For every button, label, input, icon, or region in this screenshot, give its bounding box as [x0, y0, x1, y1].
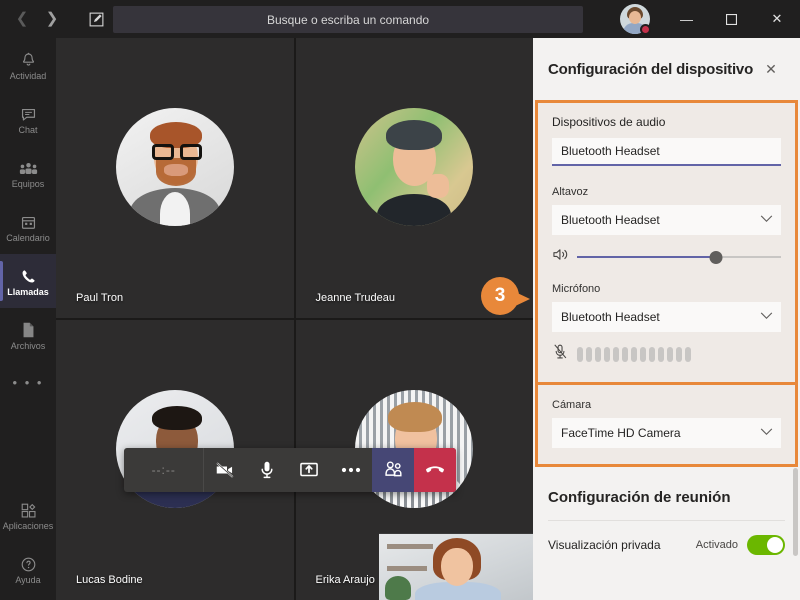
- participant-name: Paul Tron: [76, 292, 124, 304]
- file-icon: [21, 319, 36, 339]
- sidebar-item-label: Calendario: [6, 232, 50, 243]
- chat-icon: [20, 103, 37, 123]
- callout-badge-3: 3: [481, 277, 535, 319]
- page-title: Configuración del dispositivo: [548, 60, 754, 78]
- chevron-down-icon: [760, 427, 773, 439]
- sidebar-item-label: Aplicaciones: [2, 520, 54, 531]
- avatar[interactable]: [620, 4, 651, 35]
- speaker-select[interactable]: Bluetooth Headset: [552, 205, 781, 235]
- audio-device-value: Bluetooth Headset: [561, 144, 660, 158]
- meeting-controls-toolbar: --:--: [124, 448, 456, 492]
- sidebar-item-label: Llamadas: [7, 286, 49, 297]
- participant-name: Lucas Bodine: [76, 574, 143, 586]
- more-options-icon[interactable]: [330, 448, 372, 492]
- call-duration-timer: --:--: [124, 448, 205, 492]
- navigation-arrows: ❮ ❯: [14, 9, 60, 29]
- teams-window: ❮ ❯ Busque o escriba un comando — ✕ Acti…: [0, 0, 800, 600]
- sidebar-item-label: Archivos: [10, 340, 46, 351]
- bell-icon: [20, 49, 37, 69]
- private-view-state: Activado: [695, 539, 738, 551]
- private-view-row: Visualización privada Activado: [548, 521, 785, 555]
- sidebar-more-label: • • •: [12, 374, 44, 390]
- camera-select[interactable]: FaceTime HD Camera: [552, 418, 781, 448]
- apps-icon: [20, 499, 37, 519]
- sidebar-item-ayuda[interactable]: Ayuda: [0, 542, 56, 596]
- compose-icon[interactable]: [84, 7, 108, 31]
- speaker-value: Bluetooth Headset: [561, 213, 660, 227]
- show-participants-icon[interactable]: [372, 448, 415, 492]
- close-icon[interactable]: ✕: [761, 59, 781, 79]
- participant-name: Erika Araujo: [315, 574, 375, 586]
- sidebar-item-actividad[interactable]: Actividad: [0, 38, 56, 92]
- microphone-level-meter: [577, 347, 691, 362]
- camera-off-icon[interactable]: [204, 448, 246, 492]
- camera-value: FaceTime HD Camera: [561, 426, 681, 440]
- meeting-settings-title: Configuración de reunión: [548, 489, 731, 506]
- left-navigation-rail: Actividad Chat Equipos Calendario Llamad…: [0, 38, 56, 600]
- sidebar-item-chat[interactable]: Chat: [0, 92, 56, 146]
- people-icon: [19, 157, 38, 177]
- maximize-button[interactable]: [709, 0, 754, 38]
- private-view-label: Visualización privada: [548, 538, 661, 552]
- search-input[interactable]: Busque o escriba un comando: [113, 6, 583, 33]
- sidebar-item-calendario[interactable]: Calendario: [0, 200, 56, 254]
- sidebar-item-aplicaciones[interactable]: Aplicaciones: [0, 488, 56, 542]
- volume-slider[interactable]: [577, 250, 781, 264]
- window-controls-group: — ✕: [620, 0, 800, 38]
- camera-section: Cámara FaceTime HD Camera: [535, 385, 798, 467]
- sidebar-item-llamadas[interactable]: Llamadas: [0, 254, 56, 308]
- close-button[interactable]: ✕: [754, 0, 800, 38]
- back-icon[interactable]: ❮: [14, 9, 30, 29]
- self-view-thumbnail[interactable]: [379, 533, 533, 600]
- phone-icon: [20, 265, 37, 285]
- chevron-down-icon: [760, 311, 773, 323]
- sidebar-more-button[interactable]: • • •: [0, 362, 56, 402]
- sidebar-item-label: Equipos: [11, 178, 45, 189]
- participant-tile[interactable]: Jeanne Trudeau: [295, 38, 533, 318]
- volume-slider-thumb[interactable]: [709, 251, 723, 264]
- microphone-muted-icon: [552, 343, 569, 366]
- search-placeholder: Busque o escriba un comando: [266, 12, 430, 27]
- status-badge: [640, 24, 651, 35]
- volume-slider-row: [552, 247, 781, 267]
- microphone-select[interactable]: Bluetooth Headset: [552, 302, 781, 332]
- sidebar-item-label: Chat: [18, 124, 38, 135]
- audio-device-input[interactable]: Bluetooth Headset: [552, 138, 781, 166]
- title-bar: ❮ ❯ Busque o escriba un comando — ✕: [0, 0, 800, 38]
- sidebar-item-archivos[interactable]: Archivos: [0, 308, 56, 362]
- video-grid: Paul Tron Jeanne Trudeau Lucas Bodine Er…: [56, 38, 533, 600]
- microphone-icon[interactable]: [246, 448, 288, 492]
- microphone-level-row: [552, 343, 781, 366]
- sidebar-item-label: Ayuda: [15, 574, 41, 585]
- microphone-label: Micrófono: [552, 283, 601, 295]
- panel-header: Configuración del dispositivo ✕: [533, 38, 800, 100]
- sidebar-item-equipos[interactable]: Equipos: [0, 146, 56, 200]
- participant-name: Jeanne Trudeau: [315, 292, 396, 304]
- participant-photo: [115, 107, 234, 226]
- calendar-icon: [20, 211, 37, 231]
- audio-devices-label: Dispositivos de audio: [552, 115, 666, 129]
- share-screen-icon[interactable]: [288, 448, 330, 492]
- hang-up-icon[interactable]: [414, 448, 456, 492]
- chevron-down-icon: [760, 214, 773, 226]
- minimize-button[interactable]: —: [664, 0, 709, 38]
- sidebar-item-label: Actividad: [9, 70, 47, 81]
- participant-tile[interactable]: Paul Tron: [56, 38, 294, 318]
- audio-devices-section: Dispositivos de audio Bluetooth Headset …: [535, 100, 798, 385]
- participant-photo: [355, 107, 474, 226]
- help-icon: [20, 553, 37, 573]
- device-settings-panel: Configuración del dispositivo ✕ Disposit…: [533, 38, 800, 600]
- callout-number: 3: [481, 277, 519, 315]
- meeting-settings-section: Configuración de reunión Visualización p…: [533, 467, 800, 555]
- camera-label: Cámara: [552, 399, 592, 411]
- forward-icon[interactable]: ❯: [44, 9, 60, 29]
- speaker-label: Altavoz: [552, 186, 589, 198]
- speaker-icon: [552, 247, 569, 267]
- private-view-toggle[interactable]: [747, 535, 785, 555]
- panel-scrollbar[interactable]: [793, 468, 798, 556]
- microphone-value: Bluetooth Headset: [561, 310, 660, 324]
